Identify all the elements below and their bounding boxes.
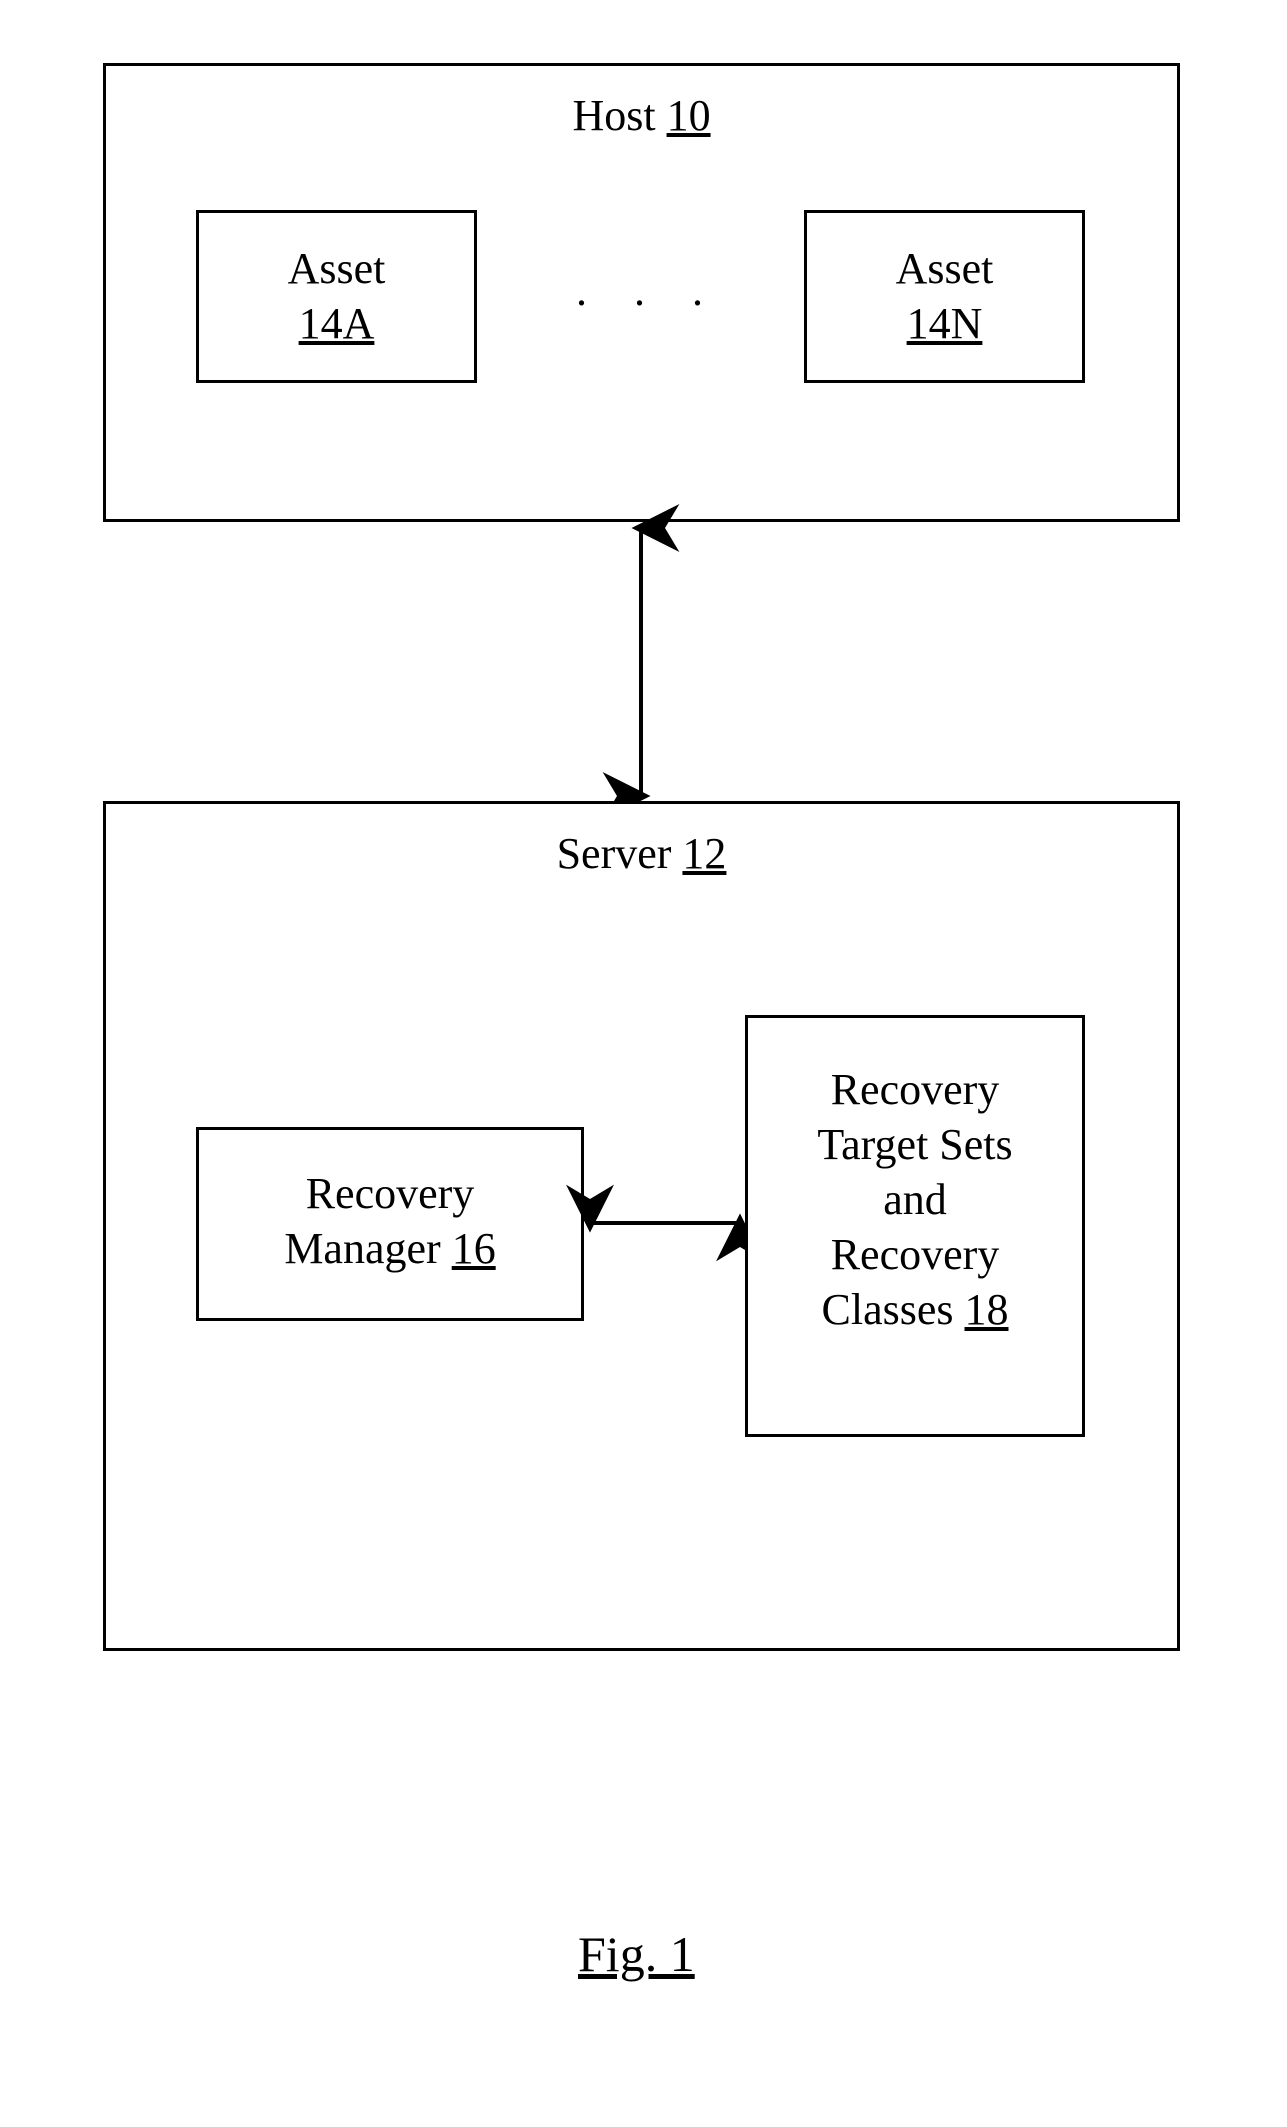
recovery-target-sets-box: Recovery Target Sets and Recovery Classe… <box>745 1015 1085 1437</box>
asset-14a-box: Asset 14A <box>196 210 477 383</box>
host-title-text: Host <box>572 91 666 140</box>
diagram-canvas: Host 10 Asset 14A . . . Asset 14N <box>0 0 1287 2127</box>
host-title-num: 10 <box>667 91 711 140</box>
asset-14n-num: 14N <box>907 299 983 348</box>
host-title: Host 10 <box>106 88 1177 143</box>
host-server-arrow <box>626 522 656 802</box>
asset-14n-box: Asset 14N <box>804 210 1085 383</box>
recovery-manager-num: 16 <box>452 1224 496 1273</box>
recovery-manager-box: Recovery Manager 16 <box>196 1127 584 1321</box>
server-title-num: 12 <box>682 829 726 878</box>
recovery-target-sets-num: 18 <box>965 1285 1009 1334</box>
recovery-manager-label: Recovery Manager 16 <box>199 1166 581 1276</box>
asset-14n-label: Asset 14N <box>807 241 1082 351</box>
server-title-text: Server <box>557 829 683 878</box>
figure-caption: Fig. 1 <box>578 1925 695 1983</box>
asset-14a-label: Asset 14A <box>199 241 474 351</box>
rm-rts-arrow <box>584 1208 746 1238</box>
asset-14a-num: 14A <box>299 299 375 348</box>
recovery-target-sets-label: Recovery Target Sets and Recovery Classe… <box>748 1062 1082 1337</box>
asset-ellipsis: . . . <box>576 265 721 316</box>
server-title: Server 12 <box>106 826 1177 881</box>
